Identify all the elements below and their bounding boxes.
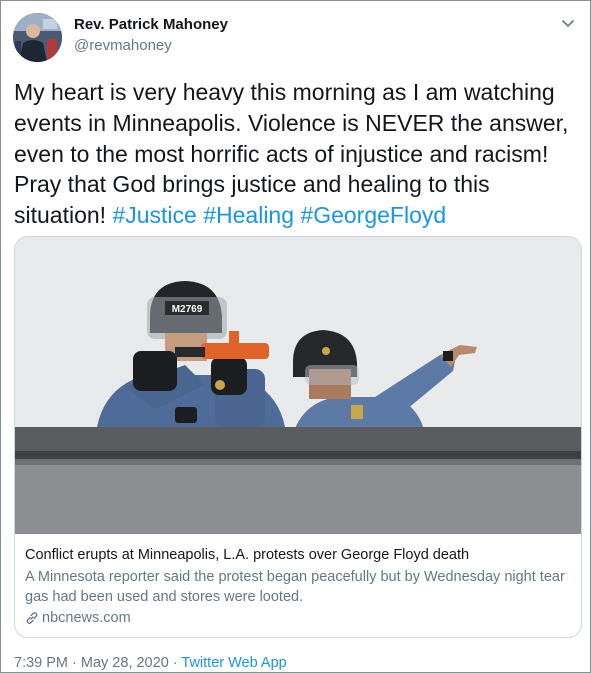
author-display-name[interactable]: Rev. Patrick Mahoney [74, 15, 228, 35]
tweet-date[interactable]: May 28, 2020 [81, 655, 169, 671]
card-photo: M2769 [15, 237, 581, 534]
hashtag-healing[interactable]: #Healing [203, 202, 294, 228]
tweet-header: Rev. Patrick Mahoney @revmahoney [13, 11, 578, 62]
link-card[interactable]: M2769 Conflict erupts at Minneapolis, L.… [14, 236, 582, 638]
card-description: A Minnesota reporter said the protest be… [25, 569, 565, 605]
card-title[interactable]: Conflict erupts at Minneapolis, L.A. pro… [25, 546, 571, 565]
tweet-frame: Rev. Patrick Mahoney @revmahoney My hear… [0, 0, 591, 673]
avatar[interactable] [13, 13, 62, 62]
card-domain-text: nbcnews.com [42, 610, 131, 626]
chevron-down-icon[interactable] [560, 15, 576, 31]
helmet-label: M2769 [172, 304, 203, 315]
hashtag-georgefloyd[interactable]: #GeorgeFloyd [300, 202, 446, 228]
link-icon [25, 611, 39, 625]
author-block: Rev. Patrick Mahoney @revmahoney [74, 15, 228, 56]
author-handle[interactable]: @revmahoney [74, 36, 228, 56]
meta-separator: · [68, 655, 81, 671]
meta-separator: · [168, 655, 182, 671]
tweet-time[interactable]: 7:39 PM [14, 655, 68, 671]
card-body: Conflict erupts at Minneapolis, L.A. pro… [25, 546, 571, 626]
avatar-image [13, 13, 62, 62]
tweet-meta: 7:39 PM · May 28, 2020 · Twitter Web App [14, 654, 287, 672]
tweet-source[interactable]: Twitter Web App [181, 655, 286, 671]
hashtag-justice[interactable]: #Justice [112, 202, 196, 228]
card-domain: nbcnews.com [25, 610, 571, 626]
card-image[interactable]: M2769 [15, 237, 581, 534]
tweet-text: My heart is very heavy this morning as I… [14, 77, 580, 231]
